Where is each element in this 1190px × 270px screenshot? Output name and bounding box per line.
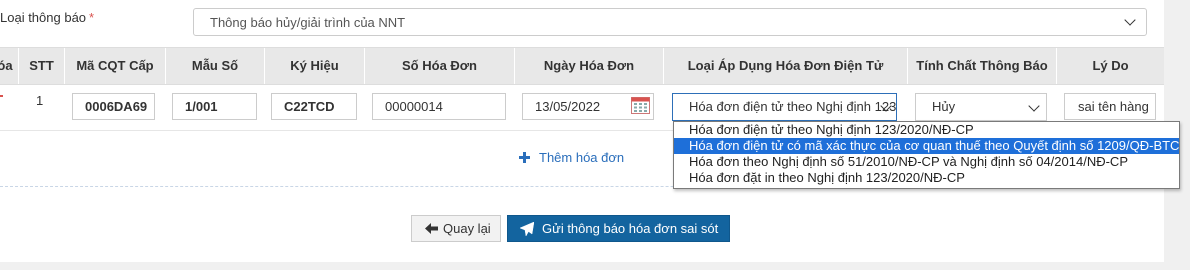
tinh-chat-select[interactable]: Hủy (915, 93, 1047, 121)
col-header-ly-do: Lý Do (1056, 48, 1164, 84)
send-notice-label: Gửi thông báo hóa đơn sai sót (542, 221, 719, 236)
send-notice-button[interactable]: Gửi thông báo hóa đơn sai sót (507, 215, 730, 242)
row-stt: 1 (36, 93, 44, 108)
col-header-mau-so: Mẫu Số (165, 48, 264, 84)
col-header-stt: STT (18, 48, 64, 84)
ly-do-input[interactable]: sai tên hàng (1064, 93, 1156, 120)
add-invoice-link[interactable]: Thêm hóa đơn (519, 150, 624, 165)
loai-ap-dung-dropdown: Hóa đơn điện tử theo Nghị định 123/2020/… (673, 121, 1180, 189)
col-header-ma-cqt: Mã CQT Cấp (64, 48, 165, 84)
so-hoa-don-input[interactable]: 00000014 (372, 93, 506, 120)
dropdown-option-highlighted[interactable]: Hóa đơn điện tử có mã xác thực của cơ qu… (674, 138, 1179, 154)
col-header-so-hoa-don: Số Hóa Đơn (364, 48, 514, 84)
dropdown-option[interactable]: Hóa đơn điện tử theo Nghị định 123/2020/… (674, 122, 1179, 138)
mau-so-input[interactable]: 1/001 (172, 93, 257, 120)
page-background-bottom (0, 262, 1190, 270)
notice-type-select[interactable]: Thông báo hủy/giải trình của NNT (193, 8, 1147, 36)
notice-type-value: Thông báo hủy/giải trình của NNT (210, 15, 406, 30)
add-invoice-label: Thêm hóa đơn (539, 150, 625, 165)
send-icon (520, 222, 534, 236)
back-button[interactable]: Quay lại (411, 215, 501, 242)
calendar-icon[interactable] (631, 96, 650, 114)
chevron-down-icon (1028, 100, 1040, 112)
col-header-loai-ap-dung: Loại Áp Dụng Hóa Đơn Điện Tử (663, 48, 907, 84)
dropdown-option[interactable]: Hóa đơn đặt in theo Nghị định 123/2020/N… (674, 170, 1179, 186)
ma-cqt-input[interactable]: 0006DA69 (72, 93, 155, 120)
col-header-tinh-chat: Tính Chất Thông Báo (907, 48, 1056, 84)
col-header-hoa: óa (0, 58, 13, 73)
ky-hieu-input[interactable]: C22TCD (271, 93, 357, 120)
row-error-mark (0, 95, 3, 97)
plus-icon (519, 152, 530, 163)
dropdown-option[interactable]: Hóa đơn theo Nghị định số 51/2010/NĐ-CP … (674, 154, 1179, 170)
required-mark: * (89, 10, 95, 25)
loai-ap-dung-value: Hóa đơn điện tử theo Nghị định 123/2020/… (689, 99, 897, 114)
chevron-down-icon (1124, 14, 1136, 26)
notice-type-label: Loại thông báo * (0, 10, 95, 25)
arrow-left-icon (425, 223, 438, 234)
loai-ap-dung-select[interactable]: Hóa đơn điện tử theo Nghị định 123/2020/… (672, 93, 897, 121)
back-button-label: Quay lại (443, 221, 491, 236)
col-header-ky-hieu: Ký Hiệu (264, 48, 364, 84)
col-header-ngay-hoa-don: Ngày Hóa Đơn (514, 48, 663, 84)
table-header: óa STT Mã CQT Cấp Mẫu Số Ký Hiệu Số Hóa … (0, 47, 1164, 85)
tinh-chat-value: Hủy (932, 99, 956, 114)
